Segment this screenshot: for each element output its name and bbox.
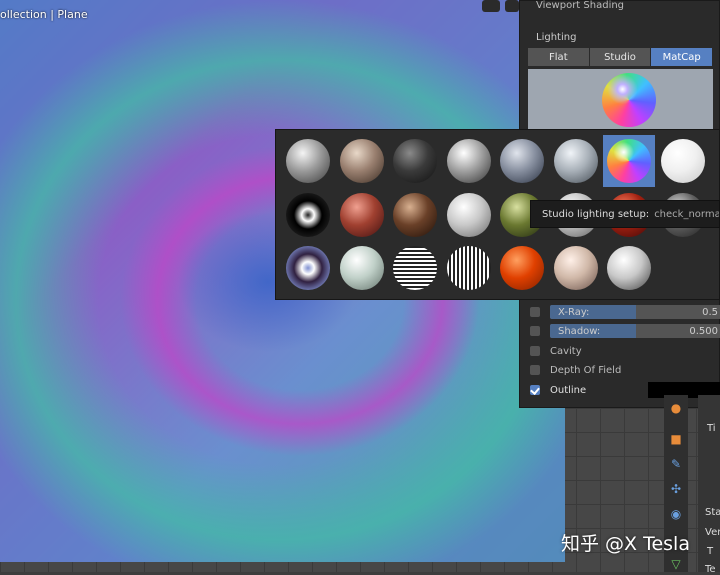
- lighting-studio-button[interactable]: Studio: [589, 48, 652, 66]
- matcap-toon-orange[interactable]: [500, 246, 544, 290]
- panel-title: Viewport Shading: [536, 0, 625, 11]
- prop-ver: Ver: [705, 527, 720, 538]
- prop-t: T: [707, 546, 714, 557]
- lighting-label: Lighting: [536, 32, 577, 43]
- matcap-skin-dark[interactable]: [393, 192, 437, 237]
- shadow-value: 0.500: [689, 325, 718, 337]
- xray-value: 0.5: [702, 306, 718, 318]
- matcap-clay-studio[interactable]: [393, 139, 437, 183]
- shadow-row: Shadow: 0.500: [530, 323, 720, 339]
- outline-label: Outline: [550, 384, 587, 396]
- wrench-icon[interactable]: ✎: [669, 457, 683, 471]
- matcap-cel-grey[interactable]: [607, 246, 651, 290]
- viewport-collection-label: ollection | Plane: [0, 8, 88, 21]
- matcap-tooltip: Studio lighting setup: check_normal+y.e: [530, 200, 720, 228]
- matcap-metal-carpaint[interactable]: [446, 139, 491, 183]
- matcap-pearl-white[interactable]: [446, 192, 491, 237]
- matcap-stripes-vertical[interactable]: [446, 246, 491, 290]
- cavity-row: Cavity: [530, 343, 582, 359]
- matcap-skin-light[interactable]: [553, 246, 598, 290]
- matcap-metal-anisotropic[interactable]: [500, 139, 544, 183]
- prop-sta: Sta: [705, 507, 720, 518]
- matcap-ceramic-lightbulb[interactable]: [286, 139, 330, 183]
- tooltip-value: check_normal+y.e: [654, 208, 719, 220]
- watermark: 知乎 @X Tesla: [561, 533, 690, 555]
- overlay-toggle-icon[interactable]: [505, 0, 519, 12]
- xray-row: X-Ray: 0.5: [530, 304, 720, 320]
- matcap-clay-brown[interactable]: [339, 139, 384, 183]
- outline-row: Outline: [530, 382, 720, 398]
- object-icon[interactable]: ■: [669, 432, 683, 446]
- lighting-flat-button[interactable]: Flat: [528, 48, 590, 66]
- prop-te: Te: [705, 564, 716, 575]
- shadow-checkbox[interactable]: [530, 326, 540, 336]
- xray-checkbox[interactable]: [530, 307, 540, 317]
- xray-slider[interactable]: X-Ray: 0.5: [550, 305, 720, 319]
- physics-icon[interactable]: ●: [669, 401, 683, 415]
- matcap-reflection-check[interactable]: [286, 192, 330, 237]
- lighting-matcap-button[interactable]: MatCap: [651, 48, 714, 66]
- shadow-slider[interactable]: Shadow: 0.500: [550, 324, 720, 338]
- prop-ti: Ti: [707, 423, 716, 434]
- matcap-check-normal-y[interactable]: [607, 139, 651, 183]
- matcap-metal-shiny[interactable]: [553, 139, 598, 183]
- outline-checkbox[interactable]: [530, 385, 540, 395]
- grid-toggle-icon[interactable]: [482, 0, 500, 12]
- dof-checkbox[interactable]: [530, 365, 540, 375]
- matcap-preview[interactable]: [528, 69, 713, 131]
- matcap-stripes-horizontal[interactable]: [393, 246, 437, 290]
- matcap-preview-sphere: [602, 73, 656, 127]
- dof-row: Depth Of Field: [530, 362, 621, 378]
- matcap-jade-red[interactable]: [339, 192, 384, 237]
- tooltip-label: Studio lighting setup:: [542, 208, 650, 220]
- dof-label: Depth Of Field: [550, 364, 622, 376]
- constraints-icon[interactable]: ◉: [669, 507, 683, 521]
- lighting-mode-selector: Flat Studio MatCap: [528, 48, 714, 66]
- cavity-checkbox[interactable]: [530, 346, 540, 356]
- data-icon[interactable]: ▽: [669, 557, 683, 571]
- matcap-dichroic[interactable]: [286, 246, 330, 290]
- cavity-label: Cavity: [550, 345, 582, 357]
- particles-icon[interactable]: ✣: [669, 482, 683, 496]
- matcap-white-glow[interactable]: [660, 139, 705, 183]
- matcap-pearl-green[interactable]: [339, 246, 384, 290]
